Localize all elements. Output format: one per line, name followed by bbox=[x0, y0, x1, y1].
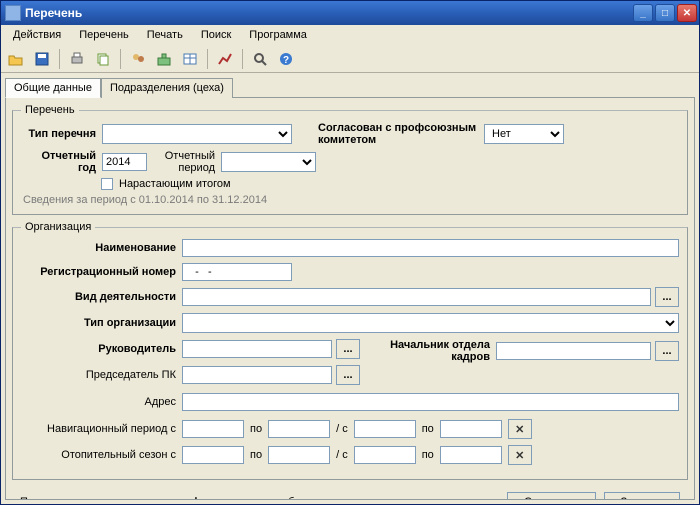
list-legend: Перечень bbox=[21, 104, 79, 116]
toolbar-separator bbox=[59, 49, 60, 69]
pk-label: Председатель ПК bbox=[21, 369, 176, 381]
title-bar: Перечень _ □ ✕ bbox=[1, 1, 699, 25]
save-icon[interactable] bbox=[31, 48, 53, 70]
close-form-button[interactable]: Закрыть bbox=[604, 492, 680, 500]
activity-label: Вид деятельности bbox=[21, 291, 176, 303]
minimize-button[interactable]: _ bbox=[633, 4, 653, 22]
menu-list[interactable]: Перечень bbox=[71, 27, 137, 43]
tab-divisions[interactable]: Подразделения (цеха) bbox=[101, 78, 233, 98]
tab-strip: Общие данные Подразделения (цеха) bbox=[1, 73, 699, 97]
help-icon[interactable]: ? bbox=[275, 48, 297, 70]
window-controls: _ □ ✕ bbox=[633, 4, 697, 22]
agreed-label: Согласован с профсоюзным комитетом bbox=[318, 122, 478, 146]
pk-input[interactable] bbox=[182, 366, 332, 384]
org-group: Организация Наименование Регистрационный… bbox=[12, 221, 688, 480]
regnum-input[interactable] bbox=[182, 263, 292, 281]
nav-to-1[interactable] bbox=[268, 420, 330, 438]
nav-to-2[interactable] bbox=[440, 420, 502, 438]
save-button[interactable]: Сохранить bbox=[507, 492, 596, 500]
agreed-select[interactable]: Нет bbox=[484, 124, 564, 144]
orgtype-select[interactable] bbox=[182, 313, 679, 333]
orgtype-label: Тип организации bbox=[21, 317, 176, 329]
heat-from-1[interactable] bbox=[182, 446, 244, 464]
to-label: по bbox=[250, 449, 262, 461]
list-type-label: Тип перечня bbox=[21, 128, 96, 140]
to-label: по bbox=[250, 423, 262, 435]
cumulative-checkbox[interactable] bbox=[101, 178, 113, 190]
window-title: Перечень bbox=[25, 6, 633, 20]
toolbar-separator bbox=[120, 49, 121, 69]
period-select[interactable] bbox=[221, 152, 316, 172]
hr-label: Начальник отдела кадров bbox=[380, 339, 490, 363]
period-label: Отчетный период bbox=[153, 150, 215, 174]
table-icon[interactable] bbox=[179, 48, 201, 70]
app-icon bbox=[5, 5, 21, 21]
address-input[interactable] bbox=[182, 393, 679, 411]
main-window: Перечень _ □ ✕ Действия Перечень Печать … bbox=[0, 0, 700, 505]
org-legend: Организация bbox=[21, 221, 95, 233]
departments-icon[interactable] bbox=[153, 48, 175, 70]
heat-from-2[interactable] bbox=[354, 446, 416, 464]
users-icon[interactable] bbox=[127, 48, 149, 70]
heat-to-2[interactable] bbox=[440, 446, 502, 464]
nav-label: Навигационный период с bbox=[21, 423, 176, 435]
director-label: Руководитель bbox=[21, 343, 176, 355]
to-label: по bbox=[422, 449, 434, 461]
cumulative-label: Нарастающим итогом bbox=[119, 178, 231, 190]
required-note: Поля, выделенные жирным шрифтом, заполня… bbox=[20, 496, 499, 500]
list-group: Перечень Тип перечня Согласован с профсо… bbox=[12, 104, 688, 215]
copy-icon[interactable] bbox=[92, 48, 114, 70]
address-label: Адрес bbox=[21, 396, 176, 408]
tab-general[interactable]: Общие данные bbox=[5, 78, 101, 98]
org-name-label: Наименование bbox=[21, 242, 176, 254]
nav-clear-button[interactable]: ✕ bbox=[508, 419, 532, 439]
director-input[interactable] bbox=[182, 340, 332, 358]
menu-program[interactable]: Программа bbox=[241, 27, 315, 43]
year-label: Отчетный год bbox=[21, 150, 96, 174]
org-name-input[interactable] bbox=[182, 239, 679, 257]
activity-input[interactable] bbox=[182, 288, 651, 306]
toolbar-separator bbox=[207, 49, 208, 69]
menu-actions[interactable]: Действия bbox=[5, 27, 69, 43]
list-type-select[interactable] bbox=[102, 124, 292, 144]
pk-lookup-button[interactable]: ... bbox=[336, 365, 360, 385]
toolbar: ? bbox=[1, 45, 699, 73]
heat-to-1[interactable] bbox=[268, 446, 330, 464]
hr-input[interactable] bbox=[496, 342, 651, 360]
print-icon[interactable] bbox=[66, 48, 88, 70]
menu-search[interactable]: Поиск bbox=[193, 27, 239, 43]
hr-lookup-button[interactable]: ... bbox=[655, 341, 679, 361]
nav-from-2[interactable] bbox=[354, 420, 416, 438]
activity-lookup-button[interactable]: ... bbox=[655, 287, 679, 307]
chart-icon[interactable] bbox=[214, 48, 236, 70]
footer: Поля, выделенные жирным шрифтом, заполня… bbox=[12, 486, 688, 500]
director-lookup-button[interactable]: ... bbox=[336, 339, 360, 359]
toolbar-separator bbox=[242, 49, 243, 69]
heat-label: Отопительный сезон с bbox=[21, 449, 176, 461]
period-info: Сведения за период с 01.10.2014 по 31.12… bbox=[23, 194, 679, 206]
menu-print[interactable]: Печать bbox=[139, 27, 191, 43]
maximize-button[interactable]: □ bbox=[655, 4, 675, 22]
regnum-label: Регистрационный номер bbox=[21, 266, 176, 278]
year-input[interactable] bbox=[102, 153, 147, 171]
menu-bar: Действия Перечень Печать Поиск Программа bbox=[1, 25, 699, 45]
close-button[interactable]: ✕ bbox=[677, 4, 697, 22]
svg-text:?: ? bbox=[283, 55, 289, 66]
slash-from-label: / с bbox=[336, 423, 348, 435]
tab-content: Перечень Тип перечня Согласован с профсо… bbox=[5, 97, 695, 500]
open-icon[interactable] bbox=[5, 48, 27, 70]
to-label: по bbox=[422, 423, 434, 435]
search-icon[interactable] bbox=[249, 48, 271, 70]
heat-clear-button[interactable]: ✕ bbox=[508, 445, 532, 465]
slash-from-label: / с bbox=[336, 449, 348, 461]
nav-from-1[interactable] bbox=[182, 420, 244, 438]
